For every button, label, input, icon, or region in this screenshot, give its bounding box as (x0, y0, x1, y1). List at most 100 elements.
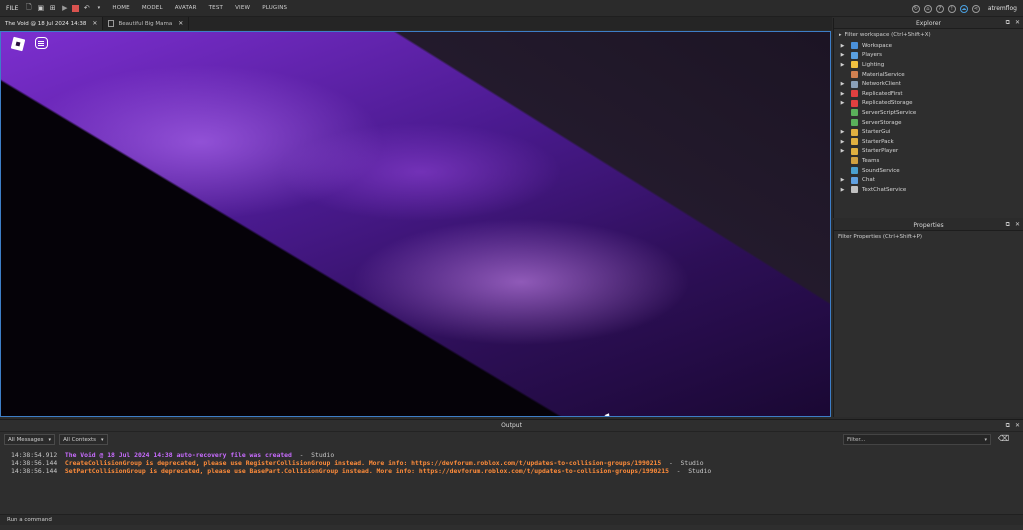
explorer-item[interactable]: ServerScriptService (834, 108, 1023, 118)
explorer-item[interactable]: SoundService (834, 166, 1023, 176)
log-source: Studio (688, 467, 712, 475)
explorer-item[interactable]: ServerStorage (834, 118, 1023, 128)
expand-arrow-icon[interactable]: ▶ (838, 129, 847, 135)
explorer-item[interactable]: ▶ ReplicatedFirst (834, 89, 1023, 99)
explorer-item[interactable]: ▶ StarterPack (834, 137, 1023, 147)
save-icon[interactable]: ▣ (36, 4, 45, 13)
collaborate-icon[interactable]: ⋖ (971, 4, 980, 13)
tab-avatar[interactable]: AVATAR (169, 5, 203, 11)
explorer-item-label: NetworkClient (862, 81, 901, 88)
play-icon[interactable]: ▶ (60, 4, 69, 13)
log-message: The Void @ 18 Jul 2024 14:38 auto-recove… (64, 451, 292, 459)
expand-arrow-icon[interactable]: ▶ (838, 177, 847, 183)
log-timestamp: 14:38:56.144 (11, 467, 58, 475)
undock-icon[interactable]: ⧉ (1006, 221, 1010, 229)
doc-tab-label: The Void @ 18 Jul 2024 14:38 (5, 20, 87, 27)
share-icon[interactable]: ⌂ (923, 4, 932, 13)
chevron-down-icon: ▾ (48, 436, 52, 443)
close-icon[interactable]: ✕ (1015, 19, 1020, 27)
undock-icon[interactable]: ⧉ (1006, 422, 1010, 430)
tab-model[interactable]: MODEL (136, 5, 169, 11)
explorer-item-label: Teams (862, 157, 880, 164)
panel-title: Explorer (916, 19, 941, 27)
stop-icon[interactable] (72, 4, 80, 12)
explorer-item[interactable]: ▶ NetworkClient (834, 79, 1023, 89)
sync-icon[interactable]: ↻ (911, 4, 920, 13)
service-icon (851, 186, 858, 194)
command-placeholder: Run a command (7, 517, 52, 523)
tab-home[interactable]: HOME (106, 5, 136, 11)
close-icon[interactable]: ✕ (1015, 221, 1020, 229)
help-icon[interactable]: ? (935, 4, 944, 13)
close-icon[interactable]: ✕ (1015, 422, 1020, 430)
log-line: 14:38:56.144 CreateCollisionGroup is dep… (11, 459, 704, 467)
explorer-item[interactable]: ▶ StarterGui (834, 127, 1023, 137)
expand-arrow-icon[interactable]: ▶ (838, 148, 847, 154)
expand-arrow-icon[interactable]: ▶ (838, 62, 847, 68)
new-file-icon[interactable]: 🗋 (24, 3, 33, 13)
username[interactable]: atremflog (988, 5, 1017, 12)
expand-arrow-icon[interactable]: ▶ (838, 43, 847, 49)
expand-arrow-icon[interactable]: ▶ (838, 52, 847, 58)
publish-icon[interactable]: ⊞ (48, 4, 57, 13)
explorer-item[interactable]: ▶ Players (834, 51, 1023, 61)
log-source: Studio (680, 459, 704, 467)
explorer-item[interactable]: Teams (834, 156, 1023, 166)
service-icon (851, 61, 858, 69)
explorer-item[interactable]: ▶ Chat (834, 175, 1023, 185)
menu-right-tools: ↻ ⌂ ? ! ☁ ⋖ atremflog (911, 0, 1017, 17)
service-icon (851, 119, 858, 127)
undock-icon[interactable]: ⧉ (1006, 19, 1010, 27)
explorer-item[interactable]: ▶ Workspace (834, 41, 1023, 51)
output-toolbar: All Messages ▾ All Contexts ▾ Filter... … (0, 432, 1023, 447)
messages-filter-dropdown[interactable]: All Messages ▾ (4, 434, 56, 445)
viewport[interactable] (0, 31, 831, 417)
explorer-panel: Explorer ⧉ ✕ ▸ Filter workspace (Ctrl+Sh… (833, 18, 1023, 218)
explorer-item[interactable]: ▶ TextChatService (834, 185, 1023, 195)
file-menu[interactable]: FILE (0, 5, 24, 12)
expand-arrow-icon[interactable]: ▶ (838, 139, 847, 145)
doc-tab-void[interactable]: The Void @ 18 Jul 2024 14:38 ✕ (0, 17, 104, 30)
service-icon (851, 128, 858, 136)
explorer-item-label: SoundService (862, 167, 900, 174)
tab-test[interactable]: TEST (203, 5, 230, 11)
properties-filter-input[interactable]: Filter Properties (Ctrl+Shift+P) (834, 231, 1023, 242)
explorer-item-label: StarterPlayer (862, 148, 899, 155)
explorer-item[interactable]: ▶ Lighting (834, 60, 1023, 70)
expand-arrow-icon[interactable]: ▶ (838, 81, 847, 87)
contexts-filter-dropdown[interactable]: All Contexts ▾ (59, 434, 108, 445)
undo-icon[interactable]: ↶ (82, 4, 91, 13)
cloud-icon[interactable]: ☁ (959, 4, 968, 13)
chat-icon[interactable] (35, 37, 48, 49)
tab-plugins[interactable]: PLUGINS (256, 5, 293, 11)
service-icon (851, 147, 858, 155)
dropdown-chevron-icon[interactable]: ▾ (94, 4, 103, 13)
service-icon (851, 51, 858, 59)
close-icon[interactable]: ✕ (178, 20, 183, 27)
service-icon (851, 80, 858, 88)
service-icon (851, 99, 858, 107)
expand-arrow-icon[interactable]: ▶ (838, 187, 847, 193)
expand-arrow-icon[interactable]: ▶ (838, 91, 847, 97)
service-icon (851, 42, 858, 50)
command-bar-input[interactable]: Run a command (0, 514, 1023, 525)
expand-arrow-icon[interactable]: ▶ (838, 100, 847, 106)
explorer-item[interactable]: ▶ ReplicatedStorage (834, 99, 1023, 109)
notifications-icon[interactable]: ! (947, 4, 956, 13)
clear-output-icon[interactable]: ⌫ (998, 434, 1009, 444)
explorer-item[interactable]: ▶ StarterPlayer (834, 147, 1023, 157)
output-search-input[interactable]: Filter... ▾ (843, 434, 991, 445)
script-icon (108, 20, 115, 27)
explorer-item-label: MaterialService (862, 71, 905, 78)
explorer-filter-input[interactable]: ▸ Filter workspace (Ctrl+Shift+X) (834, 29, 1023, 40)
explorer-item-label: Workspace (862, 42, 893, 49)
tab-view[interactable]: VIEW (229, 5, 256, 11)
properties-panel: Properties ⧉ ✕ Filter Properties (Ctrl+S… (833, 220, 1023, 417)
log-timestamp: 14:38:54.912 (11, 451, 58, 459)
dropdown-value: All Contexts (63, 436, 97, 443)
explorer-item[interactable]: MaterialService (834, 70, 1023, 80)
explorer-item-label: ReplicatedFirst (862, 90, 903, 97)
doc-tab-script[interactable]: Beautiful Big Mama ✕ (103, 17, 190, 30)
close-icon[interactable]: ✕ (92, 20, 97, 27)
output-panel: Output ⧉ ✕ All Messages ▾ All Contexts ▾… (0, 419, 1023, 530)
